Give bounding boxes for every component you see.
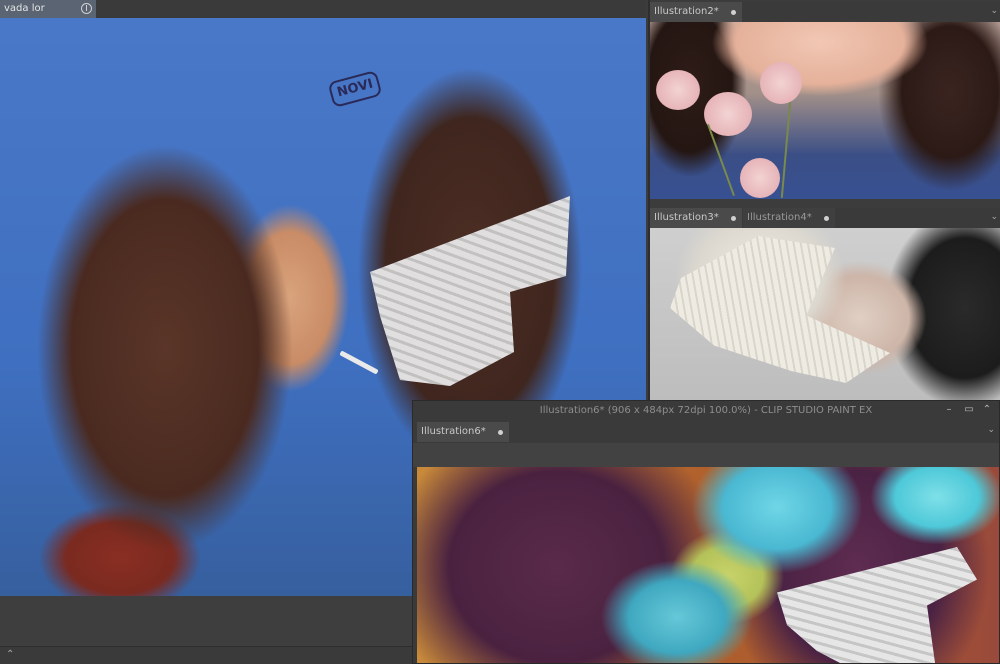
artwork-flower <box>760 62 802 104</box>
chevron-up-double-icon[interactable]: ⌃ <box>6 650 16 660</box>
illustration2-tab-bar: Illustration2* ⌄ <box>650 2 1000 22</box>
modified-dot-icon <box>731 10 736 15</box>
artwork-flower <box>740 158 780 198</box>
modified-dot-icon <box>731 216 736 221</box>
artwork-bandage <box>370 196 570 386</box>
chevron-down-icon[interactable]: ⌄ <box>990 212 998 222</box>
main-tab-bar: vada lor <box>0 0 646 18</box>
illustration3-tab-bar: Illustration3* Illustration4* ⌄ <box>650 208 1000 228</box>
modified-dot-icon <box>498 430 503 435</box>
artwork-stem <box>780 102 792 198</box>
tab-illustration6[interactable]: Illustration6* <box>417 422 509 442</box>
tab-illustration4[interactable]: Illustration4* <box>743 208 835 228</box>
canvas-illustration2[interactable] <box>650 22 1000 199</box>
window-title: Illustration6* (906 x 484px 72dpi 100.0%… <box>539 405 873 416</box>
chevron-down-icon[interactable]: ⌄ <box>990 6 998 16</box>
artist-signature: NOVI <box>327 69 383 109</box>
tab-label: Illustration4* <box>747 212 812 223</box>
tab-label: Illustration6* <box>421 426 486 437</box>
artwork-head-wrap <box>670 236 890 383</box>
modified-dot-icon <box>824 216 829 221</box>
illustration6-tab-bar: Illustration6* ⌄ <box>413 421 999 443</box>
tab-vada-lor[interactable]: vada lor <box>0 0 96 18</box>
maximize-icon[interactable]: ▭ <box>963 404 975 416</box>
tab-label: Illustration3* <box>654 212 719 223</box>
tab-label: vada lor <box>4 3 45 14</box>
close-icon[interactable]: ⌃ <box>981 404 993 416</box>
artwork-cigarette <box>339 350 379 375</box>
minimize-icon[interactable]: – <box>943 404 955 416</box>
illustration6-toolbar <box>413 443 999 467</box>
tab-illustration2[interactable]: Illustration2* <box>650 2 742 22</box>
chevron-down-icon[interactable]: ⌄ <box>987 425 995 435</box>
illustration3-window: Illustration3* Illustration4* ⌄ <box>648 206 1000 400</box>
canvas-illustration3[interactable] <box>650 228 1000 400</box>
tab-illustration3[interactable]: Illustration3* <box>650 208 742 228</box>
tab-label: Illustration2* <box>654 6 719 17</box>
illustration2-window: Illustration2* ⌄ <box>648 0 1000 206</box>
download-icon[interactable] <box>81 3 92 14</box>
artwork-bandage <box>777 547 977 663</box>
window-title-bar[interactable]: Illustration6* (906 x 484px 72dpi 100.0%… <box>413 401 999 421</box>
artwork-flower <box>656 70 700 110</box>
canvas-illustration6[interactable] <box>417 467 999 663</box>
illustration6-window: Illustration6* (906 x 484px 72dpi 100.0%… <box>412 400 1000 664</box>
